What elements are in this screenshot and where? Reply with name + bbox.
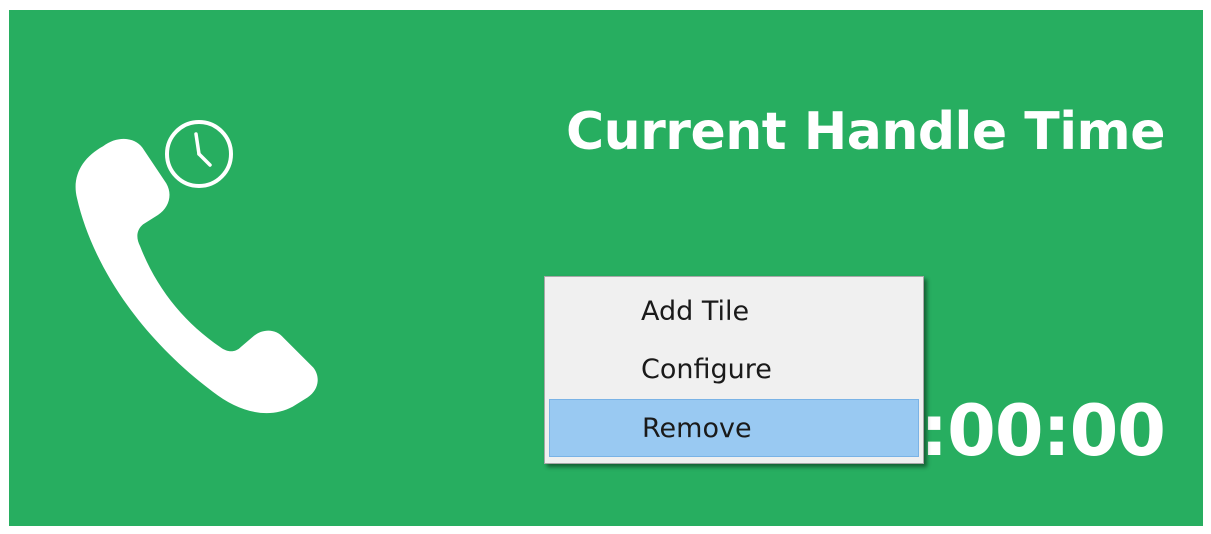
clock-icon [165, 120, 233, 188]
handset-icon [75, 138, 318, 414]
menu-item-remove[interactable]: Remove [549, 399, 919, 457]
menu-item-label: Configure [641, 354, 772, 385]
phone-clock-icon [75, 120, 318, 414]
tile-title: Current Handle Time [565, 102, 1166, 162]
menu-item-label: Remove [642, 413, 752, 444]
menu-item-configure[interactable]: Configure [549, 341, 919, 399]
context-menu: Add Tile Configure Remove [544, 276, 924, 464]
menu-item-label: Add Tile [641, 296, 750, 327]
menu-item-add-tile[interactable]: Add Tile [549, 283, 919, 341]
